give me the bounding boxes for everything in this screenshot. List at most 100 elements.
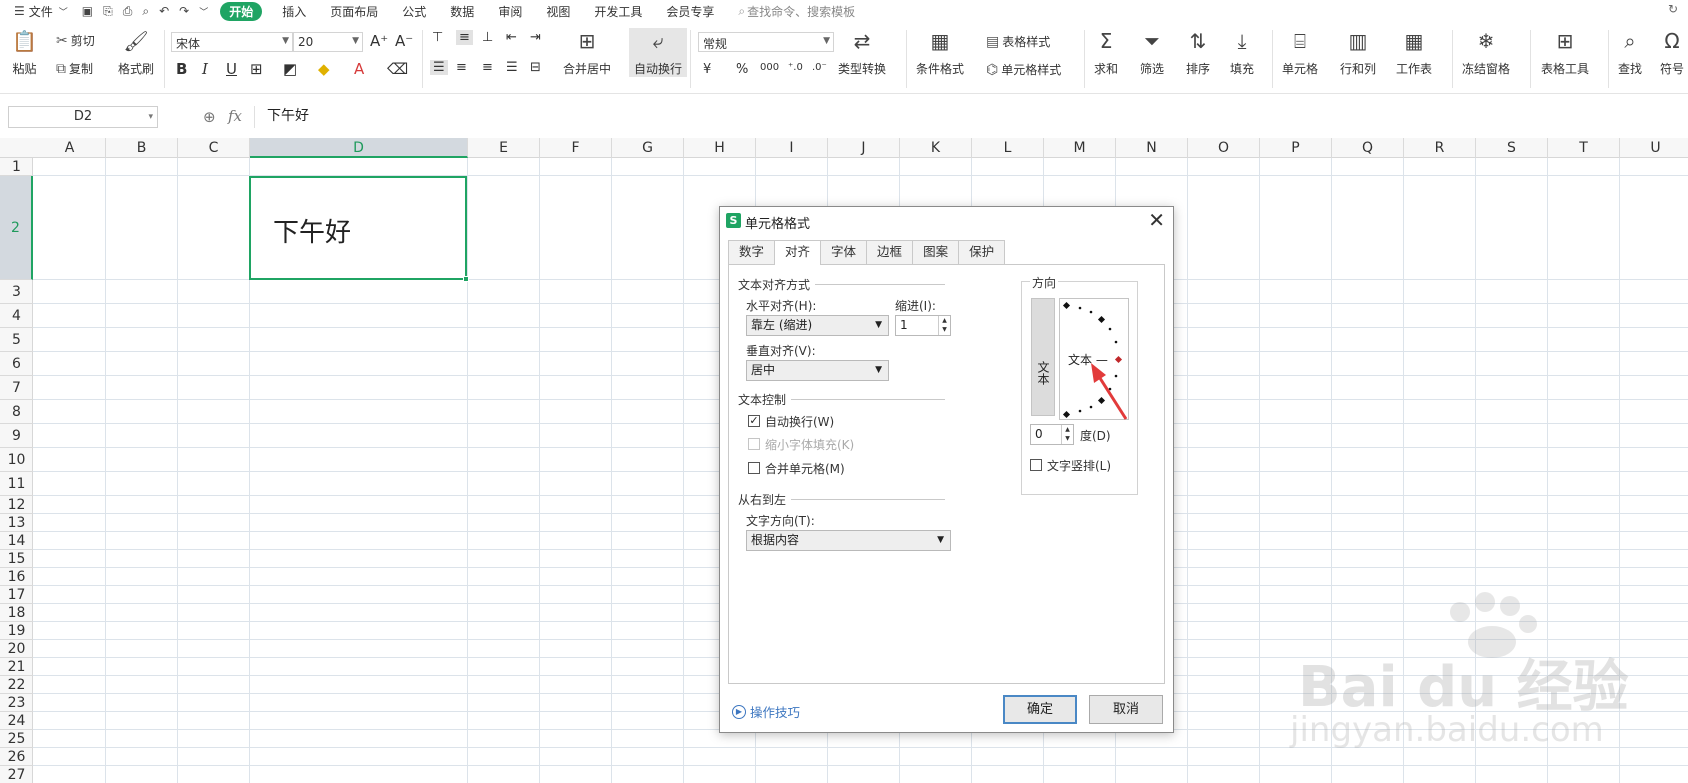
row-header-10[interactable]: 10 [0,448,33,472]
row-header-23[interactable]: 23 [0,694,33,712]
command-search[interactable]: 查找命令、搜索模板 [747,3,855,20]
shrink-to-fit-checkbox[interactable] [748,438,760,450]
cell-button[interactable]: ⌸ 单元格 [1282,28,1318,77]
copy-button[interactable]: ⧉ 复制 [56,60,93,77]
column-header-g[interactable]: G [612,138,684,158]
print-icon[interactable]: ⎙ [123,4,133,19]
type-convert-button[interactable]: ⇄ 类型转换 [838,28,886,77]
bold-icon[interactable]: B [176,60,187,78]
decrease-font-icon[interactable]: A⁻ [395,32,413,50]
column-header-c[interactable]: C [178,138,250,158]
cell-style-button[interactable]: ⌬ 单元格样式 [986,61,1061,78]
row-col-button[interactable]: ▥ 行和列 [1340,28,1376,77]
row-header-15[interactable]: 15 [0,550,33,568]
hamburger-icon[interactable]: ☰ [14,4,25,18]
thousands-icon[interactable]: 000 [760,62,779,73]
merge-center-button[interactable]: ⊞ 合并居中 [563,28,611,77]
paste-button[interactable]: 📋 粘贴 [12,28,37,77]
align-center-icon[interactable]: ≡ [456,60,467,75]
wrap-text-button[interactable]: ⤶ 自动换行 [629,28,688,77]
fill-button[interactable]: ⤓ 填充 [1230,28,1254,77]
row-header-22[interactable]: 22 [0,676,33,694]
clear-format-icon[interactable]: ⌫ [387,60,408,78]
column-header-l[interactable]: L [972,138,1044,158]
tab-page-layout[interactable]: 页面布局 [330,3,378,20]
freeze-panes-button[interactable]: ❄ 冻结窗格 [1462,28,1510,77]
print-preview-icon[interactable]: ⌕ [142,4,149,19]
fill-handle[interactable] [463,276,469,282]
row-header-17[interactable]: 17 [0,586,33,604]
row-header-2[interactable]: 2 [0,176,33,280]
decrease-decimal-icon[interactable]: .0⁻ [812,62,827,73]
row-header-26[interactable]: 26 [0,748,33,766]
increase-font-icon[interactable]: A⁺ [370,32,388,50]
undo-icon[interactable]: ↶ [159,4,169,18]
fx-icon[interactable]: fx [228,107,242,125]
align-top-icon[interactable]: ⊤ [432,30,443,45]
tab-formulas[interactable]: 公式 [402,3,426,20]
horizontal-align-select[interactable]: 靠左 (缩进) ▼ [746,315,889,336]
align-left-icon[interactable]: ☰ [430,60,448,75]
format-painter-button[interactable]: 🖌 格式刷 [118,28,154,77]
cut-button[interactable]: ✂ 剪切 [56,32,95,49]
indent-increase-icon[interactable]: ⇥ [530,30,541,45]
italic-icon[interactable]: I [202,60,208,78]
row-header-27[interactable]: 27 [0,766,33,783]
row-header-24[interactable]: 24 [0,712,33,730]
border-icon[interactable]: ⊞ [250,60,263,78]
spin-arrows-icon[interactable]: ▲ ▼ [938,316,950,335]
merge-cells-checkbox[interactable] [748,462,760,474]
orientation-dial[interactable]: 文本 — [1059,298,1129,420]
row-header-20[interactable]: 20 [0,640,33,658]
column-header-e[interactable]: E [468,138,540,158]
save-icon[interactable]: ▣ [82,4,93,18]
row-header-13[interactable]: 13 [0,514,33,532]
tab-developer[interactable]: 开发工具 [594,3,642,20]
row-header-4[interactable]: 4 [0,304,33,328]
row-header-5[interactable]: 5 [0,328,33,352]
row-header-19[interactable]: 19 [0,622,33,640]
row-header-6[interactable]: 6 [0,352,33,376]
vertical-orientation-button[interactable]: 文本 [1031,298,1055,416]
close-icon[interactable]: ✕ [1148,209,1165,231]
tab-insert[interactable]: 插入 [282,3,306,20]
number-format-select[interactable]: 常规 ▼ [698,32,834,52]
align-middle-icon[interactable]: ≡ [456,30,473,45]
tab-font[interactable]: 字体 [820,240,868,264]
column-header-h[interactable]: H [684,138,756,158]
find-button[interactable]: ⌕ 查找 [1618,28,1642,77]
export-pdf-icon[interactable]: ⎘ [103,4,113,19]
column-header-i[interactable]: I [756,138,828,158]
column-header-b[interactable]: B [106,138,178,158]
row-header-18[interactable]: 18 [0,604,33,622]
row-header-25[interactable]: 25 [0,730,33,748]
indent-stepper[interactable]: 1 ▲ ▼ [895,315,951,336]
row-header-9[interactable]: 9 [0,424,33,448]
wrap-text-checkbox[interactable]: ✓ [748,415,760,427]
tab-view[interactable]: 视图 [546,3,570,20]
currency-icon[interactable]: ¥ [703,62,711,77]
chevron-down-icon[interactable]: ﹀ [59,5,68,18]
zoom-icon[interactable]: ⊕ [203,108,216,126]
tips-link[interactable]: ▶ 操作技巧 [732,702,800,721]
active-cell[interactable]: 下午好 [249,176,469,282]
row-header-8[interactable]: 8 [0,400,33,424]
table-style-button[interactable]: ▤ 表格样式 [986,33,1050,50]
tab-pattern[interactable]: 图案 [912,240,960,264]
align-bottom-icon[interactable]: ⊥ [482,30,493,45]
ok-button[interactable]: 确定 [1003,695,1077,724]
row-header-7[interactable]: 7 [0,376,33,400]
sort-button[interactable]: ⇅ 排序 [1186,28,1210,77]
font-color-icon[interactable]: A [354,60,364,78]
tab-start[interactable]: 开始 [220,1,263,21]
justify-icon[interactable]: ☰ [506,60,518,75]
column-header-m[interactable]: M [1044,138,1116,158]
column-header-s[interactable]: S [1476,138,1548,158]
redo-icon[interactable]: ↷ [179,4,189,18]
percent-icon[interactable]: % [736,62,748,77]
file-menu[interactable]: 文件 [29,3,53,20]
row-header-21[interactable]: 21 [0,658,33,676]
tab-border[interactable]: 边框 [866,240,914,264]
column-header-f[interactable]: F [540,138,612,158]
conditional-format-button[interactable]: ▦ 条件格式 [916,28,964,77]
